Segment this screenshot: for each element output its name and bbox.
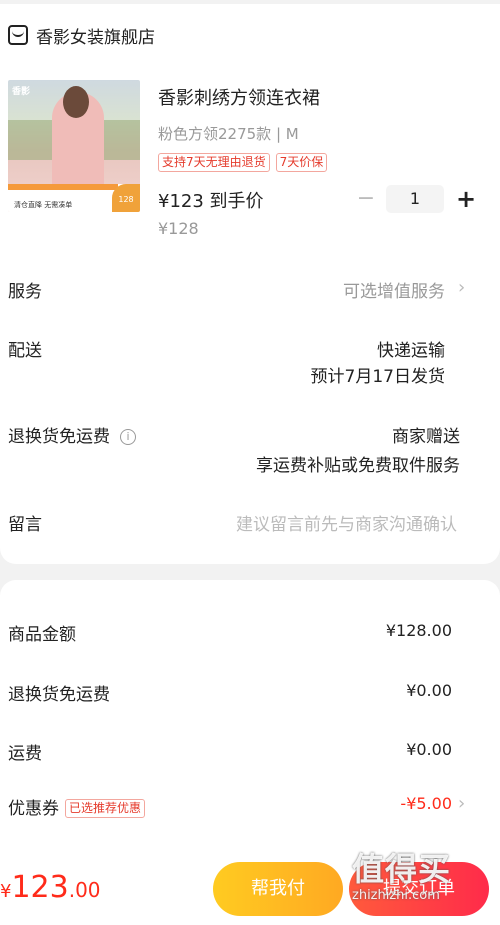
- image-banner-stripe: [8, 184, 118, 190]
- watermark: 值得买 zhizhizhi.com: [352, 844, 492, 914]
- return-shipping-label: 退换货免运费 i: [8, 422, 136, 447]
- quantity-input[interactable]: 1: [386, 185, 444, 213]
- tag-price-protect: 7天价保: [275, 153, 328, 172]
- return-shipping-value: 商家赠送: [392, 427, 460, 447]
- original-price: ¥128: [158, 219, 199, 238]
- return-shipping-label-text: 退换货免运费: [8, 427, 110, 447]
- message-input[interactable]: 建议留言前先与商家沟通确认: [236, 510, 457, 535]
- goods-amount-label: 商品金额: [8, 625, 76, 645]
- shipping-value: ¥0.00: [406, 740, 452, 759]
- shipping-label: 运费: [8, 744, 42, 764]
- chevron-right-icon[interactable]: ›: [458, 277, 465, 298]
- total-price: ¥123.00: [0, 870, 101, 905]
- return-fee-value: ¥0.00: [406, 681, 452, 700]
- shop-icon: [8, 25, 28, 45]
- message-label: 留言: [8, 515, 42, 535]
- increase-button[interactable]: +: [456, 184, 476, 214]
- product-title[interactable]: 香影刺绣方领连衣裙: [158, 84, 320, 110]
- info-icon[interactable]: i: [120, 429, 136, 445]
- image-banner-text: 清仓直降 无需凑单: [14, 201, 73, 209]
- coupon-chevron-icon[interactable]: ›: [458, 793, 465, 814]
- return-shipping-detail: 享运费补贴或免费取件服务: [256, 456, 460, 476]
- return-fee-label: 退换货免运费: [8, 685, 110, 705]
- product-image[interactable]: 香影 清仓直降 无需凑单 128: [8, 80, 140, 212]
- image-model-head: [63, 86, 89, 118]
- coupon-label[interactable]: 优惠券 已选推荐优惠: [8, 794, 146, 819]
- image-price-badge: 128: [112, 184, 140, 212]
- quantity-stepper: − 1 +: [356, 184, 476, 214]
- total-integer: 123: [11, 870, 69, 905]
- product-tags: 支持7天无理由退货 7天价保: [158, 153, 328, 172]
- tag-return: 支持7天无理由退货: [158, 153, 270, 172]
- watermark-url: zhizhizhi.com: [352, 888, 440, 903]
- shop-header[interactable]: 香影女装旗舰店: [8, 20, 155, 50]
- delivery-date: 预计7月17日发货: [310, 367, 445, 387]
- coupon-tag: 已选推荐优惠: [65, 799, 146, 818]
- decrease-button[interactable]: −: [356, 184, 376, 214]
- delivery-label: 配送: [8, 341, 42, 361]
- total-currency: ¥: [0, 881, 12, 902]
- delivery-method: 快递运输: [377, 341, 445, 361]
- help-pay-button[interactable]: 帮我付: [213, 862, 343, 916]
- final-price: ¥123 到手价: [158, 191, 264, 212]
- image-brand-text: 香影: [12, 87, 31, 97]
- total-decimal: .00: [68, 878, 101, 902]
- watermark-logo: 值得买: [352, 850, 452, 888]
- goods-amount-value: ¥128.00: [385, 621, 452, 640]
- service-value[interactable]: 可选增值服务: [343, 277, 445, 302]
- service-label: 服务: [8, 282, 42, 302]
- coupon-label-text: 优惠券: [8, 799, 59, 819]
- coupon-value[interactable]: -¥5.00: [400, 794, 452, 813]
- shop-name: 香影女装旗舰店: [36, 27, 155, 48]
- product-spec[interactable]: 粉色方领2275款 | M: [158, 123, 299, 144]
